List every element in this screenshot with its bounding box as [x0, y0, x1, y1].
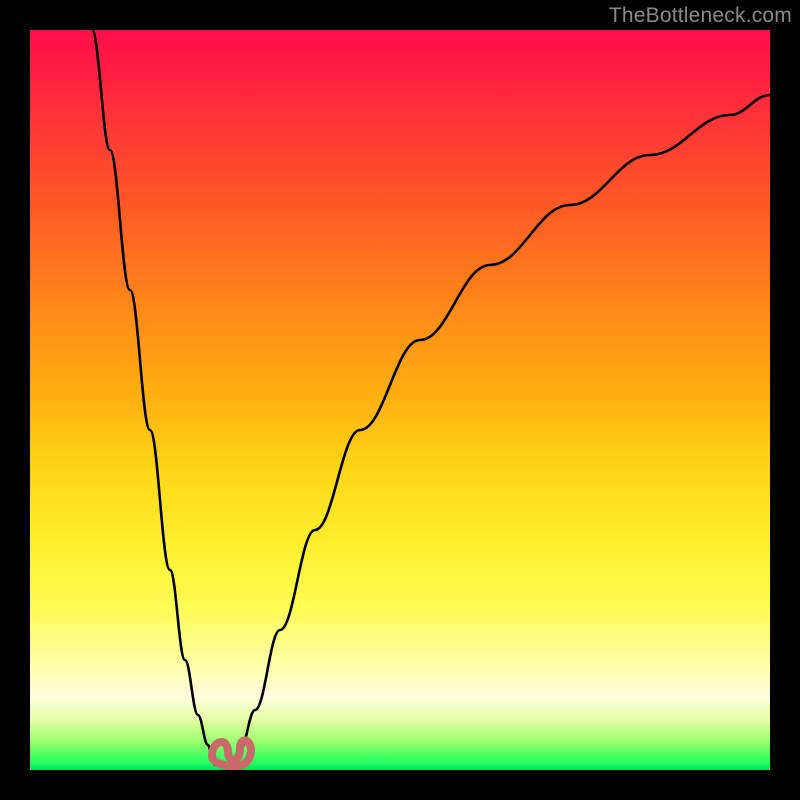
curve-layer [30, 30, 770, 770]
left-curve [92, 30, 215, 765]
vertex-marker [212, 740, 251, 766]
chart-frame: TheBottleneck.com [0, 0, 800, 800]
watermark-text: TheBottleneck.com [609, 4, 792, 28]
right-curve [230, 95, 770, 765]
gradient-plot-area [30, 30, 770, 770]
